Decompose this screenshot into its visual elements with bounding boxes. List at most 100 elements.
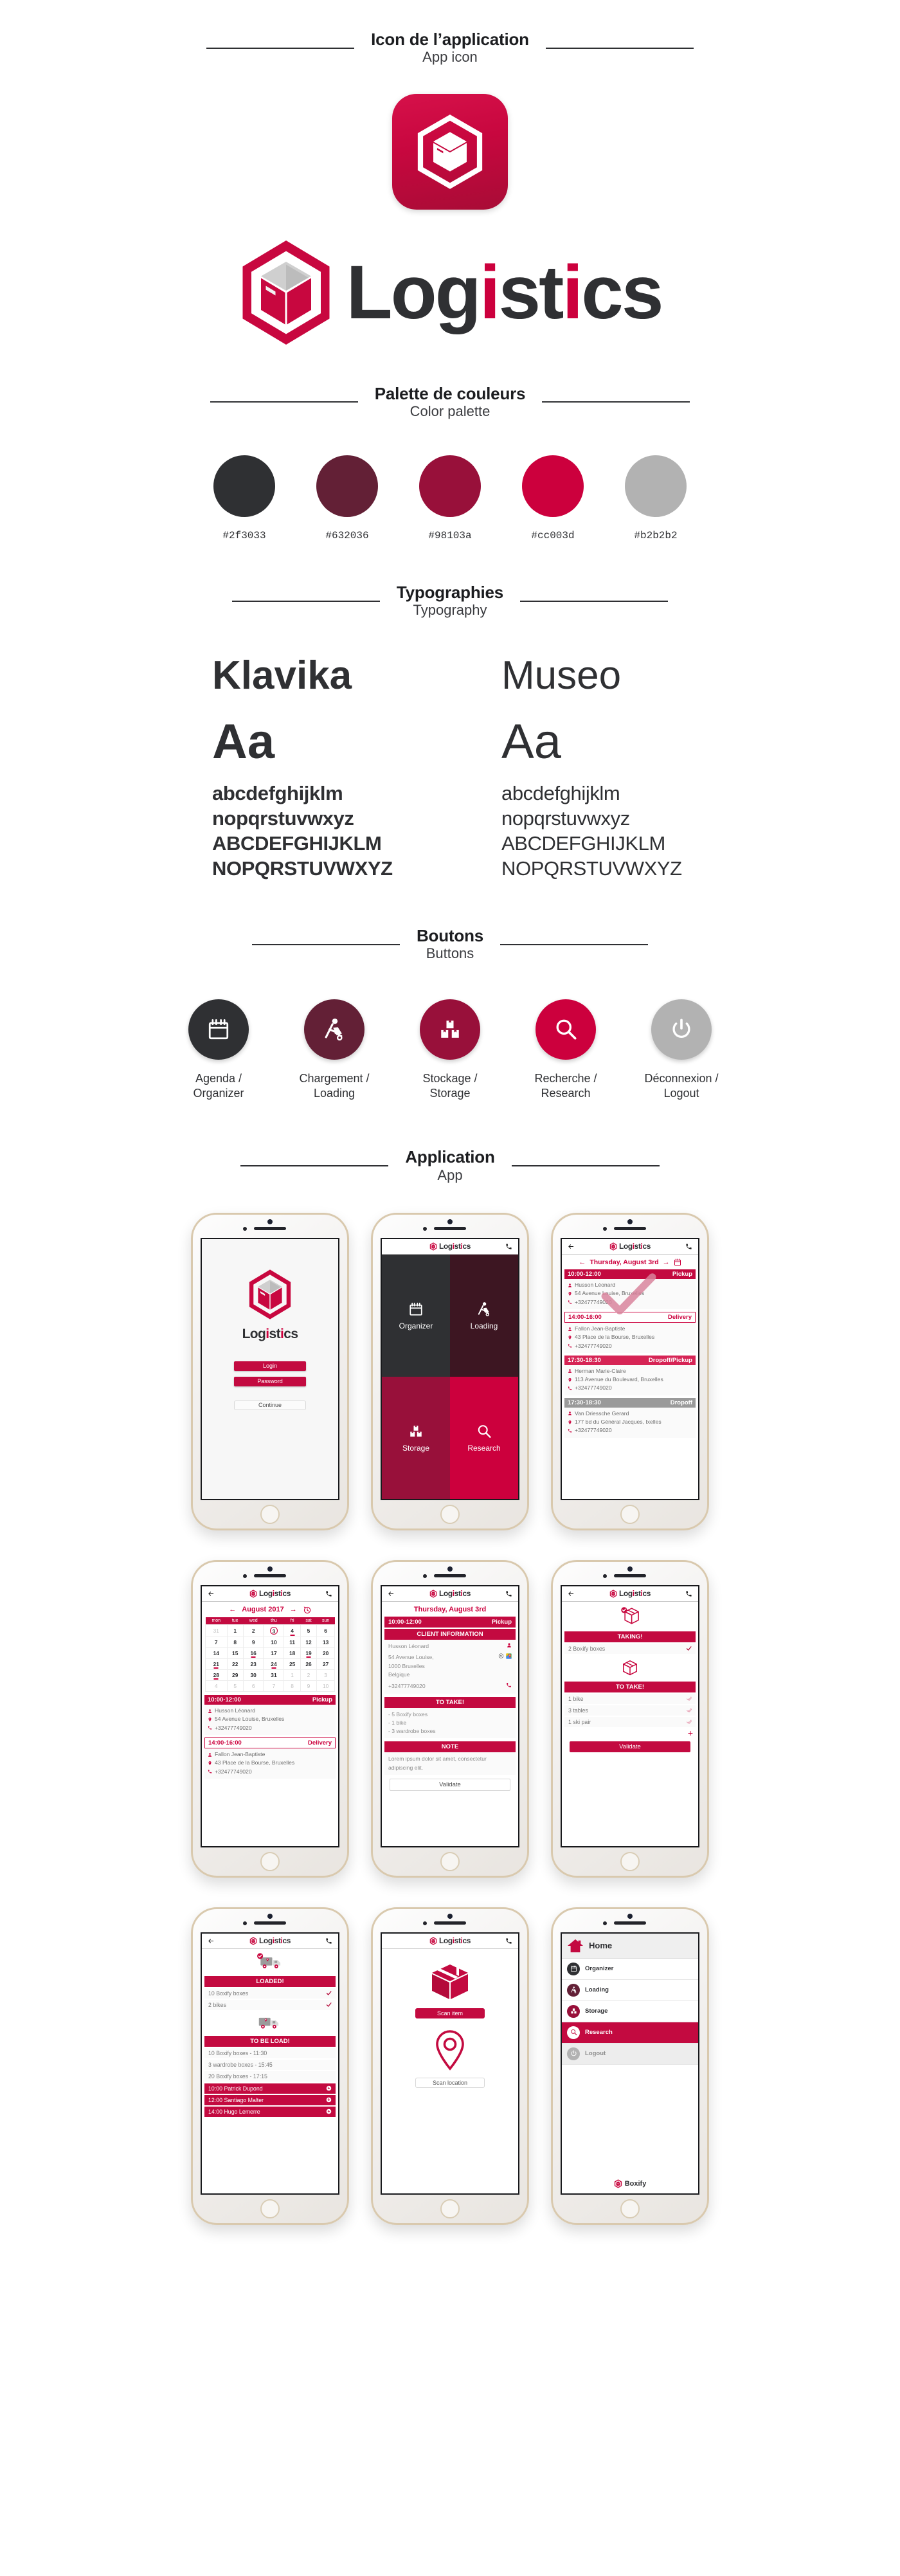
calendar-day[interactable]: 9 bbox=[242, 1636, 264, 1648]
password-input[interactable]: Password bbox=[234, 1376, 306, 1386]
appointment-card[interactable]: 14:00-16:00 Delivery Fallon Jean-Baptist… bbox=[204, 1737, 336, 1779]
check-outline-icon[interactable] bbox=[686, 1696, 692, 1701]
calendar-day[interactable]: 9 bbox=[300, 1680, 318, 1692]
phone-icon[interactable] bbox=[506, 1682, 512, 1688]
google-maps-icon[interactable] bbox=[506, 1653, 512, 1659]
button-circle[interactable] bbox=[188, 999, 249, 1060]
next-day-button[interactable]: → bbox=[663, 1258, 670, 1266]
back-button[interactable] bbox=[566, 1243, 576, 1250]
drawer-item-logout[interactable]: Logout bbox=[562, 2043, 698, 2065]
back-button[interactable] bbox=[566, 1590, 576, 1597]
waze-icon[interactable] bbox=[498, 1653, 504, 1659]
appointment-card[interactable]: 17:30-18:30 Dropoff Van Driessche Gerard… bbox=[564, 1397, 696, 1438]
appointment-card[interactable]: 17:30-18:30 Dropoff/Pickup Herman Marie-… bbox=[564, 1355, 696, 1395]
validate-button[interactable]: Validate bbox=[570, 1741, 690, 1752]
home-button[interactable] bbox=[620, 1851, 640, 1871]
calendar-day[interactable]: 18 bbox=[284, 1647, 301, 1659]
phone-call-button[interactable] bbox=[324, 1937, 334, 1945]
button-sample-boxes[interactable]: Stockage / Storage bbox=[405, 999, 495, 1102]
next-month-button[interactable]: → bbox=[290, 1606, 297, 1613]
phone-call-button[interactable] bbox=[684, 1590, 694, 1597]
calendar-day[interactable]: 27 bbox=[316, 1658, 335, 1670]
calendar-day[interactable]: 23 bbox=[242, 1658, 264, 1670]
home-button[interactable] bbox=[260, 1851, 280, 1871]
calendar-day[interactable]: 8 bbox=[284, 1680, 301, 1692]
button-circle[interactable] bbox=[651, 999, 712, 1060]
drawer-item-home[interactable]: Home bbox=[562, 1933, 698, 1959]
download-circle-icon[interactable] bbox=[326, 2097, 332, 2103]
button-circle[interactable] bbox=[304, 999, 364, 1060]
check-outline-icon[interactable] bbox=[686, 1707, 692, 1713]
calendar-day[interactable]: 5 bbox=[226, 1680, 244, 1692]
menu-tile-research[interactable]: Research bbox=[450, 1376, 518, 1499]
calendar-day[interactable]: 16 bbox=[242, 1647, 264, 1659]
download-circle-icon[interactable] bbox=[326, 2109, 332, 2114]
calendar-day[interactable]: 31 bbox=[205, 1624, 228, 1637]
phone-call-button[interactable] bbox=[504, 1937, 514, 1945]
prev-day-button[interactable]: ← bbox=[579, 1258, 586, 1266]
calendar-day[interactable]: 26 bbox=[300, 1658, 318, 1670]
prev-month-button[interactable]: ← bbox=[229, 1606, 236, 1613]
check-icon[interactable] bbox=[326, 1990, 332, 1996]
calendar-day[interactable]: 17 bbox=[263, 1647, 285, 1659]
calendar-day[interactable]: 15 bbox=[226, 1647, 244, 1659]
calendar-icon[interactable] bbox=[674, 1258, 681, 1266]
home-button[interactable] bbox=[440, 1504, 460, 1524]
calendar-day[interactable]: 3 bbox=[263, 1624, 285, 1637]
home-button[interactable] bbox=[440, 2199, 460, 2218]
button-circle[interactable] bbox=[420, 999, 480, 1060]
calendar-day[interactable]: 20 bbox=[316, 1647, 335, 1659]
calendar-day[interactable]: 7 bbox=[263, 1680, 285, 1692]
calendar-day[interactable]: 25 bbox=[284, 1658, 301, 1670]
menu-tile-organizer[interactable]: Organizer bbox=[382, 1254, 450, 1377]
scan-item-button[interactable]: Scan item bbox=[415, 2008, 485, 2018]
calendar-day[interactable]: 4 bbox=[205, 1680, 228, 1692]
calendar-day[interactable]: 6 bbox=[316, 1624, 335, 1637]
calendar-day[interactable]: 31 bbox=[263, 1669, 285, 1681]
button-sample-calendar[interactable]: Agenda / Organizer bbox=[174, 999, 264, 1102]
check-icon[interactable] bbox=[686, 1646, 692, 1651]
calendar-day[interactable]: 12 bbox=[300, 1636, 318, 1648]
calendar-day[interactable]: 22 bbox=[226, 1658, 244, 1670]
phone-call-button[interactable] bbox=[324, 1590, 334, 1597]
appointment-card[interactable]: 14:00-16:00 Delivery Fallon Jean-Baptist… bbox=[564, 1311, 696, 1353]
phone-call-button[interactable] bbox=[684, 1243, 694, 1250]
back-button[interactable] bbox=[206, 1937, 216, 1945]
calendar-day[interactable]: 14 bbox=[205, 1647, 228, 1659]
menu-tile-storage[interactable]: Storage bbox=[382, 1376, 450, 1499]
checklist-item[interactable]: 1 bike bbox=[564, 1693, 696, 1704]
calendar-day[interactable]: 8 bbox=[226, 1636, 244, 1648]
checklist-item[interactable]: 2 bikes bbox=[204, 1999, 336, 2010]
drawer-item-storage[interactable]: Storage bbox=[562, 2000, 698, 2022]
button-sample-handtruck[interactable]: Chargement / Loading bbox=[289, 999, 379, 1102]
calendar-day[interactable]: 24 bbox=[263, 1658, 285, 1670]
calendar-day[interactable]: 2 bbox=[242, 1624, 264, 1637]
checklist-item[interactable]: 1 ski pair bbox=[564, 1716, 696, 1727]
calendar-day[interactable]: 1 bbox=[284, 1669, 301, 1681]
appointment-card[interactable]: 10:00-12:00 Pickup Husson Léonard 54 Ave… bbox=[204, 1694, 336, 1735]
continue-button[interactable]: Continue bbox=[234, 1400, 306, 1410]
home-button[interactable] bbox=[260, 1504, 280, 1524]
scan-location-button[interactable]: Scan location bbox=[415, 2077, 485, 2088]
stop-item[interactable]: 10:00 Patrick Dupond bbox=[204, 2083, 336, 2094]
stop-item[interactable]: 14:00 Hugo Lemerre bbox=[204, 2106, 336, 2117]
calendar-day[interactable]: 28 bbox=[205, 1669, 228, 1681]
button-circle[interactable] bbox=[536, 999, 596, 1060]
calendar-day[interactable]: 13 bbox=[316, 1636, 335, 1648]
calendar-day[interactable]: 19 bbox=[300, 1647, 318, 1659]
button-sample-power[interactable]: Déconnexion / Logout bbox=[636, 999, 726, 1102]
drawer-item-organizer[interactable]: Organizer bbox=[562, 1958, 698, 1980]
phone-call-button[interactable] bbox=[504, 1590, 514, 1597]
phone-call-button[interactable] bbox=[504, 1243, 514, 1250]
add-item-button[interactable]: + bbox=[562, 1728, 693, 1737]
validate-button[interactable]: Validate bbox=[390, 1779, 510, 1791]
checklist-item[interactable]: 3 tables bbox=[564, 1705, 696, 1716]
check-outline-icon[interactable] bbox=[686, 1719, 692, 1725]
calendar-day[interactable]: 10 bbox=[263, 1636, 285, 1648]
calendar-day[interactable]: 5 bbox=[300, 1624, 318, 1637]
appointment-card[interactable]: 10:00-12:00 Pickup Husson Léonard 54 Ave… bbox=[564, 1269, 696, 1309]
login-input[interactable]: Login bbox=[234, 1361, 306, 1371]
calendar-day[interactable]: 2 bbox=[300, 1669, 318, 1681]
button-sample-search[interactable]: Recherche / Research bbox=[521, 999, 611, 1102]
download-circle-icon[interactable] bbox=[326, 2085, 332, 2091]
